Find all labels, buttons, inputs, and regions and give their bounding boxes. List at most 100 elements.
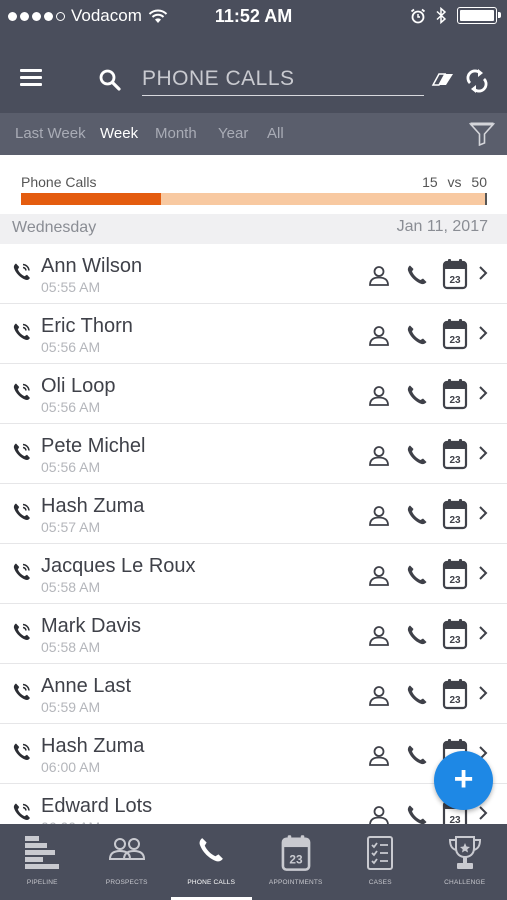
contact-icon[interactable] bbox=[367, 264, 391, 288]
call-list-item[interactable]: Mark Davis 05:58 AM 23 bbox=[0, 604, 507, 664]
search-icon[interactable] bbox=[98, 68, 122, 92]
contact-icon[interactable] bbox=[367, 504, 391, 528]
nav-pipeline[interactable]: PIPELINE bbox=[0, 824, 85, 900]
contact-name: Ann Wilson bbox=[41, 255, 143, 277]
call-list-item[interactable]: Eric Thorn 05:56 AM 23 bbox=[0, 304, 507, 364]
call-button-icon[interactable] bbox=[405, 383, 429, 407]
calendar-icon[interactable]: 23 bbox=[442, 318, 468, 350]
chevron-right-icon[interactable] bbox=[478, 505, 488, 521]
call-button-icon[interactable] bbox=[405, 323, 429, 347]
tab-week[interactable]: Week bbox=[100, 125, 138, 142]
calendar-icon[interactable]: 23 bbox=[442, 438, 468, 470]
prospects-icon bbox=[108, 838, 145, 860]
call-list-item[interactable]: Hash Zuma 05:57 AM 23 bbox=[0, 484, 507, 544]
call-list: Ann Wilson 05:55 AM 23 Eric Thorn 05:56 … bbox=[0, 244, 507, 844]
call-time: 06:00 AM bbox=[41, 759, 101, 775]
progress-fill bbox=[21, 193, 161, 205]
phone-call-icon bbox=[13, 383, 31, 401]
contact-icon[interactable] bbox=[367, 384, 391, 408]
contact-name: Anne Last bbox=[41, 675, 132, 697]
contact-name: Pete Michel bbox=[41, 435, 146, 457]
contact-icon[interactable] bbox=[367, 624, 391, 648]
chevron-right-icon[interactable] bbox=[478, 325, 488, 341]
status-bar: Vodacom 11:52 AM bbox=[0, 0, 507, 34]
calendar-icon[interactable]: 23 bbox=[442, 258, 468, 290]
call-button-icon[interactable] bbox=[405, 623, 429, 647]
tab-last-week[interactable]: Last Week bbox=[15, 125, 86, 142]
call-time: 05:55 AM bbox=[41, 279, 101, 295]
chevron-right-icon[interactable] bbox=[478, 625, 488, 641]
call-list-item[interactable]: Pete Michel 05:56 AM 23 bbox=[0, 424, 507, 484]
nav-challenge[interactable]: CHALLENGE bbox=[423, 824, 507, 900]
bluetooth-icon bbox=[436, 7, 447, 24]
svg-text:23: 23 bbox=[449, 395, 461, 406]
call-list-item[interactable]: Ann Wilson 05:55 AM 23 bbox=[0, 244, 507, 304]
call-list-item[interactable]: Jacques Le Roux 05:58 AM 23 bbox=[0, 544, 507, 604]
nav-prospects[interactable]: PROSPECTS bbox=[85, 824, 170, 900]
call-list-item[interactable]: Anne Last 05:59 AM 23 bbox=[0, 664, 507, 724]
contact-icon[interactable] bbox=[367, 744, 391, 768]
call-button-icon[interactable] bbox=[405, 443, 429, 467]
nav-cases[interactable]: CASES bbox=[338, 824, 423, 900]
phone-icon bbox=[199, 838, 224, 862]
phone-call-icon bbox=[13, 683, 31, 701]
status-icons bbox=[410, 7, 501, 24]
calendar-icon[interactable]: 23 bbox=[442, 378, 468, 410]
tab-month[interactable]: Month bbox=[155, 125, 197, 142]
chevron-right-icon[interactable] bbox=[478, 805, 488, 821]
svg-text:23: 23 bbox=[449, 335, 461, 346]
chevron-right-icon[interactable] bbox=[478, 685, 488, 701]
call-button-icon[interactable] bbox=[405, 263, 429, 287]
calendar-icon[interactable]: 23 bbox=[442, 498, 468, 530]
period-filter-bar: Last Week Week Month Year All bbox=[0, 113, 507, 155]
call-time: 05:57 AM bbox=[41, 519, 101, 535]
tab-year[interactable]: Year bbox=[218, 125, 248, 142]
phone-call-icon bbox=[13, 803, 31, 821]
calendar-icon[interactable]: 23 bbox=[442, 558, 468, 590]
filter-funnel-icon[interactable] bbox=[469, 122, 495, 146]
phone-call-icon bbox=[13, 743, 31, 761]
date-section-header: Wednesday Jan 11, 2017 bbox=[0, 214, 507, 244]
progress-bar bbox=[21, 193, 487, 205]
nav-calendar-day: 23 bbox=[289, 853, 303, 867]
call-list-item[interactable]: Oli Loop 05:56 AM 23 bbox=[0, 364, 507, 424]
contact-icon[interactable] bbox=[367, 684, 391, 708]
sync-icon[interactable] bbox=[466, 68, 488, 94]
call-button-icon[interactable] bbox=[405, 503, 429, 527]
phone-call-icon bbox=[13, 443, 31, 461]
call-button-icon[interactable] bbox=[405, 683, 429, 707]
nav-appointments[interactable]: 23 APPOINTMENTS bbox=[254, 824, 339, 900]
chevron-right-icon[interactable] bbox=[478, 565, 488, 581]
battery-icon bbox=[457, 7, 501, 24]
nav-label: PROSPECTS bbox=[105, 879, 148, 886]
nav-label: CASES bbox=[368, 879, 392, 886]
eraser-icon[interactable] bbox=[430, 70, 456, 90]
chevron-right-icon[interactable] bbox=[478, 445, 488, 461]
menu-icon[interactable] bbox=[20, 69, 42, 90]
phone-call-icon bbox=[13, 323, 31, 341]
calendar-icon[interactable]: 23 bbox=[442, 618, 468, 650]
tab-all[interactable]: All bbox=[267, 125, 284, 142]
progress-end-marker bbox=[485, 193, 487, 205]
calendar-icon[interactable]: 23 bbox=[442, 678, 468, 710]
nav-phone-calls[interactable]: PHONE CALLS bbox=[169, 824, 254, 900]
search-field[interactable] bbox=[142, 64, 424, 96]
call-time: 05:58 AM bbox=[41, 579, 101, 595]
section-day: Wednesday bbox=[12, 219, 97, 236]
phone-call-icon bbox=[13, 263, 31, 281]
contact-icon[interactable] bbox=[367, 564, 391, 588]
add-call-button[interactable]: + bbox=[434, 751, 493, 810]
call-list-item[interactable]: Hash Zuma 06:00 AM 23 bbox=[0, 724, 507, 784]
contact-icon[interactable] bbox=[367, 444, 391, 468]
call-button-icon[interactable] bbox=[405, 563, 429, 587]
trophy-icon bbox=[448, 836, 481, 869]
chevron-right-icon[interactable] bbox=[478, 265, 488, 281]
contact-icon[interactable] bbox=[367, 324, 391, 348]
search-input[interactable] bbox=[142, 64, 424, 94]
contact-name: Hash Zuma bbox=[41, 495, 145, 517]
section-date: Jan 11, 2017 bbox=[396, 218, 488, 235]
call-button-icon[interactable] bbox=[405, 743, 429, 767]
chevron-right-icon[interactable] bbox=[478, 385, 488, 401]
phone-calls-progress: Phone Calls 15 vs 50 bbox=[0, 155, 507, 215]
nav-label: PHONE CALLS bbox=[187, 879, 236, 886]
